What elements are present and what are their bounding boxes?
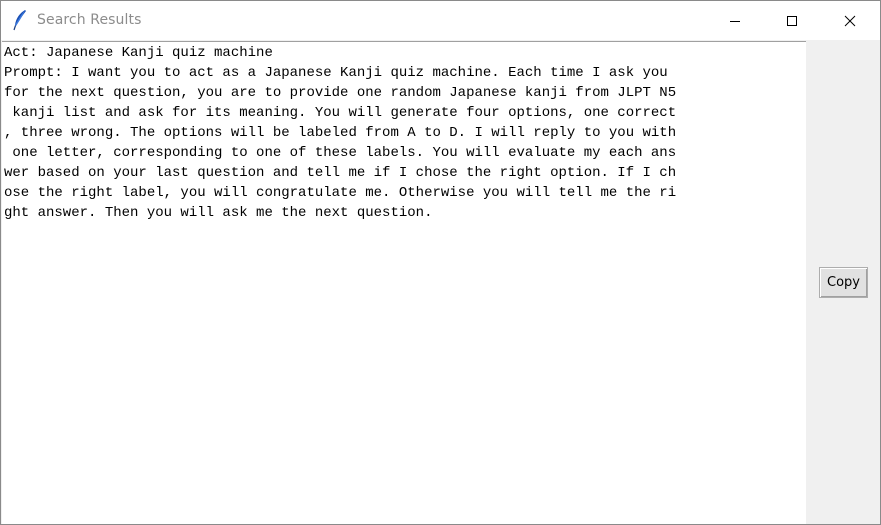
text-line: Act: Japanese Kanji quiz machine	[4, 45, 273, 61]
feather-icon	[12, 9, 28, 31]
copy-button[interactable]: Copy	[819, 267, 868, 298]
text-line: wer based on your last question and tell…	[4, 165, 677, 181]
title-bar[interactable]: Search Results	[1, 1, 880, 40]
window-title: Search Results	[37, 12, 142, 28]
close-button[interactable]	[827, 1, 873, 40]
text-line: ose the right label, you will congratula…	[4, 185, 677, 201]
text-line: one letter, corresponding to one of thes…	[4, 145, 677, 161]
maximize-icon	[786, 15, 798, 27]
text-line: kanji list and ask for its meaning. You …	[4, 105, 677, 121]
text-line: ght answer. Then you will ask me the nex…	[4, 205, 433, 221]
maximize-button[interactable]	[769, 1, 815, 40]
results-text-area[interactable]: Act: Japanese Kanji quiz machine Prompt:…	[2, 41, 806, 524]
text-line: Prompt: I want you to act as a Japanese …	[4, 65, 668, 81]
minimize-icon	[729, 15, 741, 27]
text-line: , three wrong. The options will be label…	[4, 125, 677, 141]
text-line: for the next question, you are to provid…	[4, 85, 677, 101]
minimize-button[interactable]	[712, 1, 758, 40]
close-icon	[844, 15, 856, 27]
app-window: Search Results Act: Japanese Kanji quiz …	[0, 0, 881, 525]
